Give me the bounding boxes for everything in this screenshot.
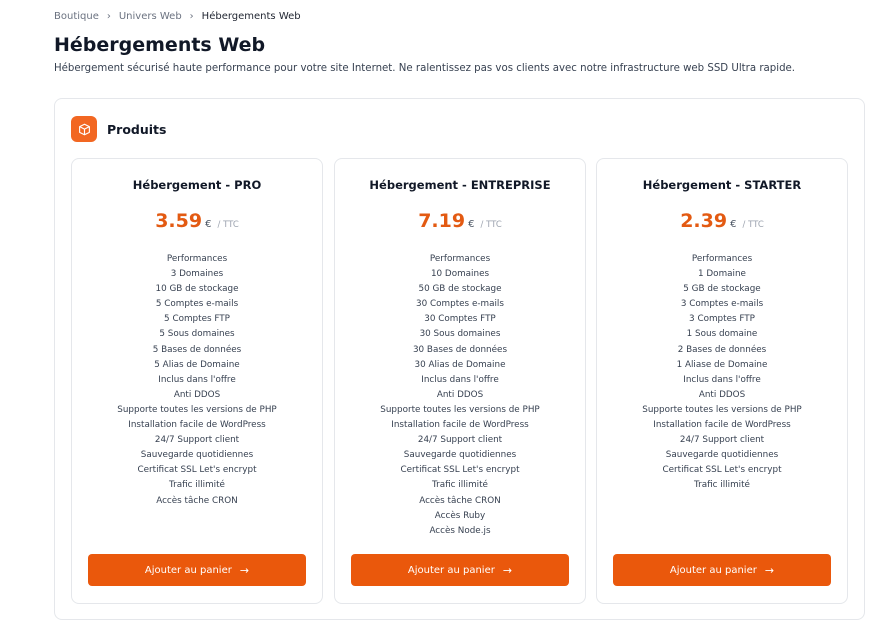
feature-item: 2 Bases de données [677,344,767,355]
feature-item: 5 Comptes e-mails [155,299,239,310]
product-name: Hébergement - PRO [132,178,262,192]
feature-item: Anti DDOS [173,389,221,400]
feature-item: 30 Bases de données [412,344,508,355]
feature-item: Performances [691,254,753,264]
add-to-cart-button[interactable]: Ajouter au panier → [351,554,569,586]
feature-item: 24/7 Support client [154,435,240,446]
price-currency: € [205,219,212,230]
page-title: Hébergements Web [54,34,266,56]
feature-list: Performances 10 Domaines 50 GB de stockage… [335,252,585,539]
box-icon [71,116,97,142]
feature-item: Inclus dans l'offre [683,374,761,385]
product-card-starter: Hébergement - STARTER 2.39 € / TTC Perfor… [596,158,848,604]
arrow-right-icon: → [239,563,250,577]
product-price: 3.59 € / TTC [72,210,322,232]
panel-header: Produits [71,116,166,142]
feature-item: 1 Domaine [698,269,746,280]
feature-item: 5 Comptes FTP [164,314,230,325]
feature-item: Installation facile de WordPress [653,420,791,431]
feature-item: Inclus dans l'offre [158,374,236,385]
product-card-pro: Hébergement - PRO 3.59 € / TTC Performanc… [71,158,323,604]
price-currency: € [730,219,737,230]
chevron-right-icon: › [106,11,111,22]
feature-item: Accès Node.js [429,525,491,536]
feature-item: 5 GB de stockage [683,284,761,295]
feature-item: 30 Alias de Domaine [414,359,506,370]
feature-item: Accès Ruby [434,510,486,521]
feature-item: Trafic illimité [694,480,750,491]
price-tax: / TTC [217,220,239,230]
feature-item: Anti DDOS [436,389,484,400]
feature-item: 10 Domaines [430,269,490,280]
feature-item: 10 GB de stockage [155,284,239,295]
feature-item: 3 Domaines [170,269,224,280]
feature-item: Installation facile de WordPress [391,420,529,431]
feature-item: Certificat SSL Let's encrypt [400,465,520,476]
price-tax: / TTC [742,220,764,230]
products-panel: Produits Hébergement - PRO 3.59 € / TTC P… [54,98,865,620]
add-to-cart-button[interactable]: Ajouter au panier → [613,554,831,586]
feature-item: 24/7 Support client [679,435,765,446]
feature-item: Accès tâche CRON [156,495,238,506]
chevron-right-icon: › [189,11,194,22]
add-to-cart-button[interactable]: Ajouter au panier → [88,554,306,586]
panel-title: Produits [107,121,167,137]
arrow-right-icon: → [502,563,513,577]
product-name: Hébergement - STARTER [642,178,802,192]
button-label: Ajouter au panier [144,564,232,576]
feature-item: 3 Comptes FTP [689,314,755,325]
feature-item: 3 Comptes e-mails [680,299,764,310]
feature-item: Sauvegarde quotidiennes [140,450,254,461]
feature-item: Trafic illimité [169,480,225,491]
feature-item: 5 Bases de données [152,344,242,355]
price-amount: 7.19 [418,210,466,232]
feature-item: Performances [166,254,228,264]
feature-item: Certificat SSL Let's encrypt [137,465,257,476]
price-amount: 3.59 [155,210,203,232]
feature-item: Supporte toutes les versions de PHP [642,404,802,415]
feature-list: Performances 1 Domaine 5 GB de stockage 3 C… [597,252,847,494]
feature-item: 1 Aliase de Domaine [676,359,768,370]
price-amount: 2.39 [680,210,728,232]
feature-item: Sauvegarde quotidiennes [403,450,517,461]
feature-item: 5 Alias de Domaine [154,359,240,370]
product-card-entreprise: Hébergement - ENTREPRISE 7.19 € / TTC Per… [334,158,586,604]
feature-item: Sauvegarde quotidiennes [665,450,779,461]
feature-item: 24/7 Support client [417,435,503,446]
button-label: Ajouter au panier [669,564,757,576]
breadcrumb-item-boutique[interactable]: Boutique [54,11,99,22]
breadcrumb-item-univers-web[interactable]: Univers Web [119,11,182,22]
feature-list: Performances 3 Domaines 10 GB de stockage 5… [72,252,322,509]
price-currency: € [468,219,475,230]
feature-item: 30 Comptes e-mails [416,299,504,310]
feature-item: Supporte toutes les versions de PHP [117,404,277,415]
feature-item: 5 Sous domaines [159,329,235,340]
product-name: Hébergement - ENTREPRISE [369,178,551,192]
breadcrumb-item-current: Hébergements Web [201,11,301,22]
feature-item: 1 Sous domaine [686,329,758,340]
feature-item: Performances [429,254,491,264]
breadcrumb: Boutique › Univers Web › Hébergements We… [54,11,301,22]
price-tax: / TTC [480,220,502,230]
feature-item: 30 Comptes FTP [424,314,496,325]
feature-item: Accès tâche CRON [419,495,501,506]
feature-item: Certificat SSL Let's encrypt [662,465,782,476]
button-label: Ajouter au panier [407,564,495,576]
feature-item: Anti DDOS [698,389,746,400]
feature-item: Trafic illimité [432,480,488,491]
arrow-right-icon: → [764,563,775,577]
product-price: 7.19 € / TTC [335,210,585,232]
page-subtitle: Hébergement sécurisé haute performance p… [54,63,796,74]
feature-item: 50 GB de stockage [418,284,502,295]
feature-item: Installation facile de WordPress [128,420,266,431]
feature-item: 30 Sous domaines [419,329,501,340]
feature-item: Supporte toutes les versions de PHP [380,404,540,415]
feature-item: Inclus dans l'offre [421,374,499,385]
product-price: 2.39 € / TTC [597,210,847,232]
